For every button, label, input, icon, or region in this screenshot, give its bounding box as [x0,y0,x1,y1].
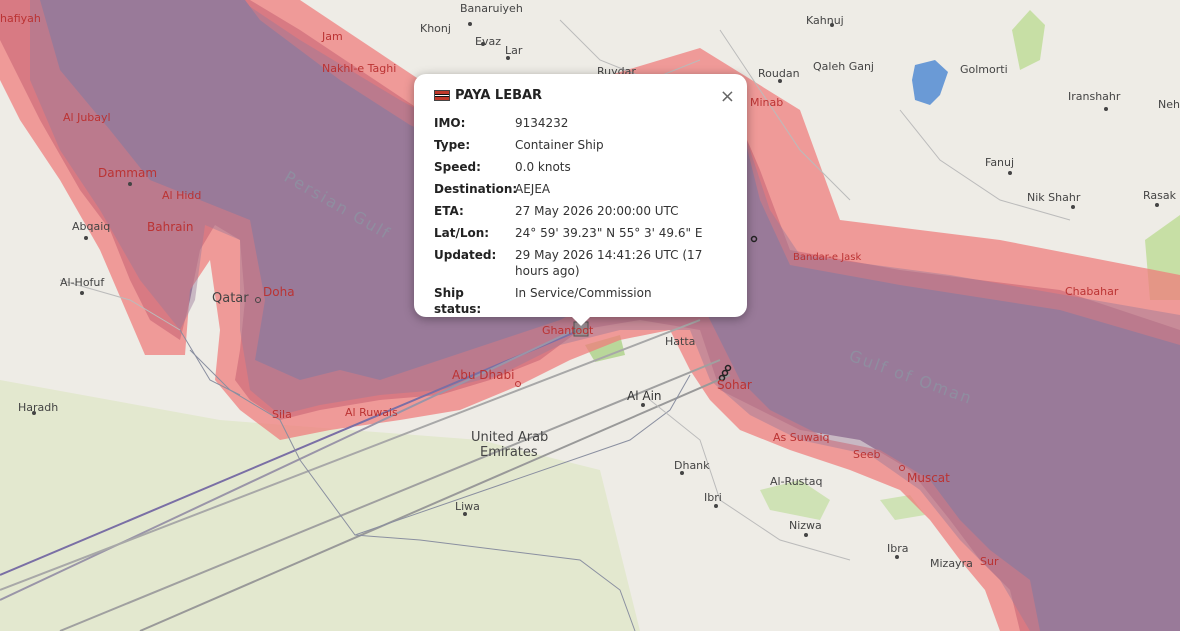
label-liwa: Liwa [455,500,480,513]
label-al-ruwais: Al Ruwais [345,406,398,419]
close-icon[interactable]: × [720,88,735,106]
label-seeb: Seeb [853,448,881,461]
label-haradh: Haradh [18,401,58,414]
label-lar: Lar [505,44,523,57]
label-roudan: Roudan [758,67,800,80]
detail-value: 0.0 knots [515,160,571,174]
label-bandar-e-jask: Bandar-e Jask [793,252,862,263]
detail-row-speed: Speed: 0.0 knots [434,159,734,175]
detail-row-imo: IMO: 9134232 [434,115,734,131]
detail-value: AEJEA [515,182,551,196]
detail-value: 9134232 [515,116,569,130]
detail-label: Type: [434,138,471,152]
label-kahnuj: Kahnuj [806,14,844,27]
label-abu-dhabi: Abu Dhabi [452,368,514,382]
ship-info-popup: PAYA LEBAR × IMO: 9134232 Type: Containe… [414,74,747,317]
label-as-suwaiq: As Suwaiq [773,431,829,444]
label-abqaiq: Abqaiq [72,220,110,233]
label-uae-line1: United Arab [471,430,548,445]
label-ibri: Ibri [704,491,722,504]
detail-label: Speed: [434,160,481,174]
detail-label: Updated: [434,248,497,262]
label-hafar: hafiyah [0,12,41,25]
label-minab: Minab [750,96,783,109]
label-qatar: Qatar [212,291,249,306]
popup-header: PAYA LEBAR [434,88,542,103]
label-dammam: Dammam [98,166,157,180]
label-uae-line2: Emirates [480,445,538,460]
label-al-hofuf: Al-Hofuf [60,276,105,289]
label-dhank: Dhank [674,459,710,472]
label-sohar: Sohar [717,378,752,392]
detail-value: 29 May 2026 14:41:26 UTC (17 hours ago) [515,248,703,278]
detail-label: IMO: [434,116,466,130]
label-al-hidd: Al Hidd [162,189,201,202]
antigua-flag-icon [434,90,450,101]
label-al-ain: Al Ain [627,389,662,403]
label-banaruiyeh: Banaruiyeh [460,2,523,15]
detail-row-destination: Destination: AEJEA [434,181,734,197]
label-al-rustaq: Al-Rustaq [770,475,822,488]
label-nehe: Nehe [1158,98,1180,111]
detail-row-latlon: Lat/Lon: 24° 59' 39.23" N 55° 3' 49.6" E [434,225,734,241]
label-iranshahr: Iranshahr [1068,90,1121,103]
label-golmorti: Golmorti [960,63,1008,76]
label-al-jubayl: Al Jubayl [63,111,111,124]
ship-details: IMO: 9134232 Type: Container Ship Speed:… [434,115,734,323]
detail-value: In Service/Commission [515,286,652,300]
label-qaleh-ganj: Qaleh Ganj [813,60,874,73]
label-muscat: Muscat [907,471,950,485]
label-evaz: Evaz [475,35,501,48]
ship-name: PAYA LEBAR [455,88,543,103]
label-nik-shahr: Nik Shahr [1027,191,1081,204]
detail-label: Lat/Lon: [434,226,490,240]
label-doha: Doha [263,285,295,299]
detail-row-status: Ship status: In Service/Commission [434,285,734,317]
label-fanuj: Fanuj [985,156,1014,169]
detail-label: Ship status: [434,286,482,316]
detail-row-type: Type: Container Ship [434,137,734,153]
detail-value: 24° 59' 39.23" N 55° 3' 49.6" E [515,226,703,240]
label-chabahar: Chabahar [1065,285,1119,298]
label-jam: Jam [321,30,343,43]
label-khonj: Khonj [420,22,451,35]
detail-label: ETA: [434,204,464,218]
label-sur: Sur [980,555,999,568]
label-nizwa: Nizwa [789,519,822,532]
label-ibra: Ibra [887,542,909,555]
label-sila: Sila [272,408,292,421]
label-rasak: Rasak [1143,189,1177,202]
detail-row-eta: ETA: 27 May 2026 20:00:00 UTC [434,203,734,219]
label-nakhl-e-taghi: Nakhl-e Taghi [322,62,396,75]
detail-row-updated: Updated: 29 May 2026 14:41:26 UTC (17 ho… [434,247,734,279]
label-bahrain: Bahrain [147,220,193,234]
detail-value: Container Ship [515,138,604,152]
detail-value: 27 May 2026 20:00:00 UTC [515,204,679,218]
label-hatta: Hatta [665,335,695,348]
label-mizayra: Mizayra [930,557,973,570]
detail-label: Destination: [434,182,518,196]
popup-pointer [571,316,591,326]
